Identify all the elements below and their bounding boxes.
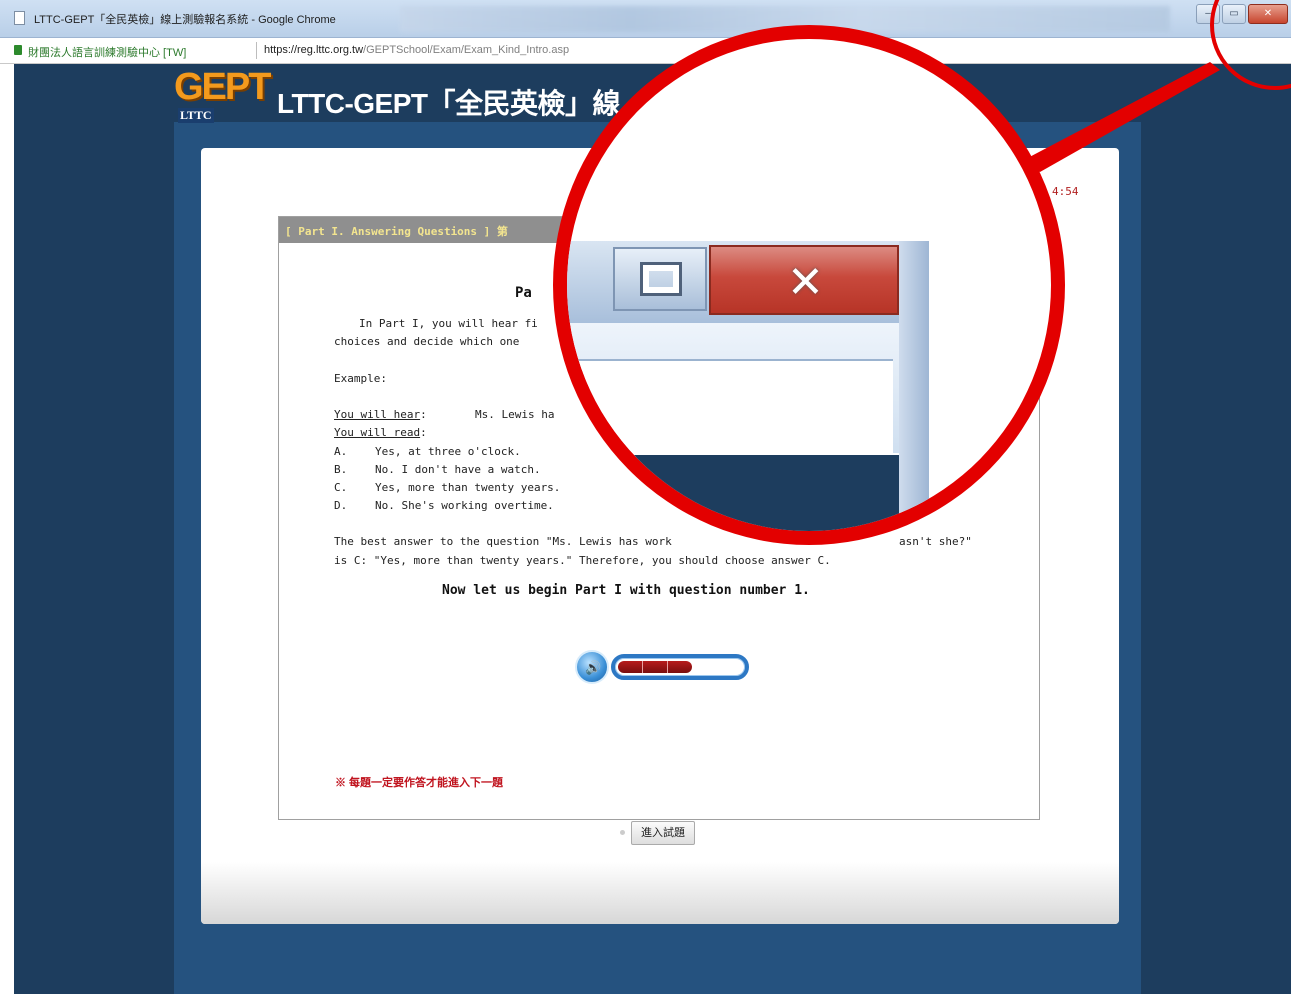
you-will-read-row: You will read: [334,426,427,439]
choice-d-text: No. She's working overtime. [375,499,554,512]
magnified-close-button: ✕ [709,245,899,315]
exam-timer: 4:54 [1052,185,1079,198]
progress-segment-divider [667,661,668,673]
screenshot-stage: LTTC-GEPT「全民英檢」線上測驗報名系統 - Google Chrome … [0,0,1291,994]
magnified-white-area [567,359,893,457]
page-icon [14,11,25,25]
choice-d-letter: D. [334,499,348,512]
bullet-dot [620,830,625,835]
speaker-icon: 🔊 [585,660,602,675]
answer-required-note: ※ 每題一定要作答才能進入下一題 [335,777,504,789]
enter-exam-button[interactable]: 進入試題 [631,821,695,845]
enter-exam-area: 進入試題 [620,821,700,847]
explanation-line-2: is C: "Yes, more than twenty years." The… [334,554,831,567]
url-text[interactable]: https://reg.lttc.org.tw/GEPTSchool/Exam/… [264,44,569,56]
panel-footer [201,862,1119,924]
begin-instruction: Now let us begin Part I with question nu… [442,583,810,598]
gept-logo: GEPT LTTC [172,66,276,126]
url-path: /GEPTSchool/Exam/Exam_Kind_Intro.asp [363,44,570,56]
close-icon: ✕ [787,257,824,308]
maximize-icon [640,262,682,296]
intro-line-2: choices and decide which one [334,335,520,348]
browser-titlebar: LTTC-GEPT「全民英檢」線上測驗報名系統 - Google Chrome … [0,0,1291,38]
magnified-view: ✕ [567,39,1051,531]
choice-c-letter: C. [334,481,348,494]
choice-a-text: Yes, at three o'clock. [375,445,521,458]
window-title: LTTC-GEPT「全民英檢」線上測驗報名系統 - Google Chrome [34,14,336,26]
magnified-address-pane [567,323,899,457]
hear-colon: : [420,408,427,421]
you-will-read-label: You will read [334,426,421,439]
progress-segment-divider [642,661,643,673]
choice-b-text: No. I don't have a watch. [375,463,541,476]
lock-icon [14,45,22,55]
magnified-maximize-button [613,247,707,311]
part-heading: Pa [515,285,532,301]
logo-lttc-text: LTTC [178,108,214,123]
choice-a-letter: A. [334,445,348,458]
audio-progress-bar[interactable] [611,654,749,680]
logo-gept-text: GEPT [174,66,271,108]
audio-player[interactable]: 🔊 [575,650,751,686]
example-label: Example: [334,372,387,385]
magnified-window-frame [899,241,929,531]
explanation-line-1-start: The best answer to the question "Ms. Lew… [334,535,672,548]
site-identity[interactable]: 財團法人語言訓練測驗中心 [TW] [28,44,186,60]
zoom-magnifier: ✕ [553,25,1065,545]
you-will-hear-text: Ms. Lewis ha [475,408,555,421]
address-separator [256,42,257,59]
audio-progress-fill [618,661,692,673]
read-colon: : [420,426,427,439]
section-label: [ Part I. Answering Questions ] 第 [285,225,508,238]
you-will-hear-row: You will hear: [334,408,427,421]
url-host: https://reg.lttc.org.tw [264,44,364,56]
choice-c-text: Yes, more than twenty years. [375,481,561,494]
choice-b-letter: B. [334,463,348,476]
page-left-strip [0,64,14,994]
you-will-hear-label: You will hear [334,408,421,421]
explanation-line-1-end: asn't she?" [899,535,972,548]
speaker-button[interactable]: 🔊 [575,650,609,684]
intro-line-1: In Part I, you will hear fi [359,317,538,330]
